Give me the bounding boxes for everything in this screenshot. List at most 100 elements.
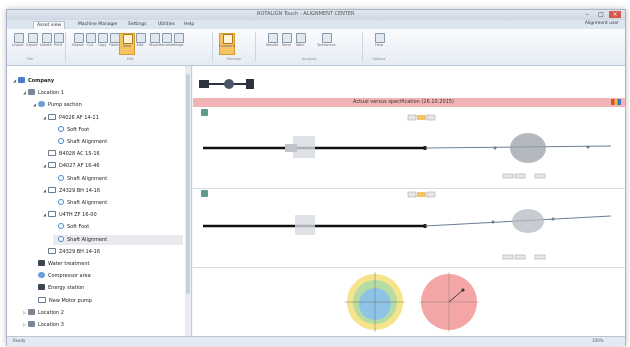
ribbon-button-17[interactable]: Table (293, 33, 307, 53)
tree-scrollbar[interactable] (185, 66, 192, 336)
tree-item[interactable]: ◢ Company (13, 76, 54, 86)
tree-item-label: Location 1 (38, 90, 64, 97)
user-label: Alignment user (584, 21, 619, 26)
tree-item[interactable]: ◢ Location 1 (23, 88, 64, 98)
location-icon (28, 308, 35, 315)
tab-machine-manager[interactable]: Machine Manager (75, 21, 121, 29)
ribbon-group-label: Options (372, 57, 386, 61)
machine-train-icon (38, 296, 46, 303)
ribbon-separator (255, 32, 256, 62)
tree-item[interactable]: B4028 AC 15-16 (43, 149, 100, 159)
tree-item[interactable]: Soft Foot (53, 222, 89, 232)
ribbon-button-icon (223, 34, 233, 44)
close-button[interactable]: × (609, 11, 621, 18)
readout-box (407, 114, 417, 121)
ribbon-button-13[interactable]: Merge (171, 33, 185, 53)
machine-train-icon (48, 247, 56, 254)
readout-box (417, 192, 426, 197)
block-icon (38, 284, 45, 291)
ribbon-button-icon (375, 33, 385, 43)
measurement-icon (58, 223, 64, 230)
ribbon-group-label: File (27, 57, 33, 61)
tree-item[interactable]: Shaft Alignment (53, 234, 183, 245)
tab-settings[interactable]: Settings (125, 21, 149, 29)
window-title: ROTALIGN Touch - ALIGNMENT CENTER (257, 11, 355, 17)
foot-marker (493, 146, 497, 150)
ribbon-button-icon (14, 33, 24, 43)
tree-item[interactable]: ◢ D4027 AF 16-46 (43, 161, 100, 171)
ribbon-group-label: Manage (227, 57, 241, 61)
tree-item-label: Shaft Alignment (67, 175, 108, 182)
tree-item[interactable]: New Motor pump (33, 296, 92, 306)
machine-train-icon (48, 186, 56, 193)
language-flag-icon[interactable] (611, 99, 621, 105)
tree-item[interactable]: Shaft Alignment (53, 198, 107, 208)
tree-item[interactable]: Water treatment (33, 259, 89, 269)
tree-item[interactable]: ◢ Pump section (33, 100, 82, 110)
machine-train-icon (48, 150, 56, 157)
tab-help[interactable]: Help (181, 21, 197, 29)
tree-item-label: Energy station (48, 285, 85, 292)
status-bar: Ready 100% (7, 336, 625, 346)
tree-item[interactable]: Shaft Alignment (53, 137, 107, 147)
block-icon (38, 260, 45, 266)
tree-item-label: Compressor area (48, 273, 91, 280)
ribbon-separator (212, 32, 213, 62)
tree-item-label: Z4329 BH 14-16 (59, 187, 101, 194)
pump-outline (510, 133, 546, 163)
tree-item-label: Location 2 (38, 309, 64, 316)
shaft-line (234, 83, 246, 85)
ribbon-button-19[interactable]: Help (372, 33, 386, 53)
tree-item[interactable]: ◢ Z4329 BH 14-16 (43, 186, 100, 196)
ribbon-button-14[interactable]: Compare (219, 33, 235, 55)
ribbon-button-label: Print (53, 43, 63, 47)
measurement-icon (58, 199, 64, 205)
tree-item[interactable]: ◢ P4026 AF 14-11 (43, 113, 99, 123)
pump-icon (246, 79, 254, 89)
machine-train-icon (48, 211, 56, 218)
ribbon-button-18[interactable]: Tolerances (317, 33, 336, 53)
tree-item[interactable]: Shaft Alignment (53, 174, 107, 184)
machine-train-thumbnail[interactable] (199, 74, 259, 94)
ribbon-button-icon (136, 33, 146, 43)
maximize-button[interactable]: □ (595, 11, 607, 18)
location-icon (28, 89, 35, 96)
pump-outline (512, 209, 544, 233)
tree-item[interactable]: ▷ Location 2 (23, 308, 64, 318)
side-view-diagram (203, 114, 612, 179)
company-icon (18, 77, 25, 83)
side-view-panel (193, 108, 625, 189)
measurement-icon (58, 125, 64, 132)
tree-item[interactable]: Energy station (33, 283, 84, 293)
tab-utilities[interactable]: Utilities (155, 21, 178, 29)
readout-box (426, 114, 436, 121)
tree-item[interactable]: ▷ Location 3 (23, 320, 64, 330)
minimize-button[interactable]: – (581, 11, 593, 18)
tree-item-label: D4027 AF 16-46 (59, 163, 100, 170)
tree-item-label: Shaft Alignment (67, 236, 108, 243)
tree-item-label: B4028 AC 15-16 (59, 151, 100, 158)
measurement-icon (58, 174, 64, 181)
status-banner: Actual versus specification (26.10.2015) (193, 98, 625, 107)
asset-tree[interactable]: ◢ Company ◢ Location 1 ◢ Pump section ◢ P4026 A… (7, 66, 186, 336)
tree-item[interactable]: Compressor area (33, 271, 91, 281)
machine-train-icon (48, 113, 56, 120)
ribbon-button-label: Table (295, 43, 305, 47)
tree-item-label: P4026 AF 14-11 (59, 114, 99, 121)
ribbon-button-icon (322, 33, 332, 43)
ribbon-separator (65, 32, 66, 62)
value-box (534, 254, 546, 260)
scrollbar-thumb[interactable] (186, 74, 190, 294)
value-box (514, 173, 526, 179)
ribbon-button-icon (268, 33, 278, 43)
ribbon-tabs: Asset view Machine Manager Settings Util… (7, 20, 625, 30)
application-window: ROTALIGN Touch - ALIGNMENT CENTER – □ × … (6, 9, 626, 346)
ribbon-separator (362, 32, 363, 62)
tree-item[interactable]: ◢ U4TH ZF 16-00 (43, 210, 97, 220)
title-bar: ROTALIGN Touch - ALIGNMENT CENTER – □ × (7, 10, 625, 20)
tree-item[interactable]: Z4329 BH 14-16 (43, 247, 100, 257)
ribbon-toolbar: File Edit Manage Analysis Options Import… (7, 29, 625, 66)
tree-item[interactable]: Soft Foot (53, 125, 89, 135)
tree-item-label: Location 3 (38, 322, 64, 328)
ribbon-button-4[interactable]: Print (51, 33, 65, 53)
